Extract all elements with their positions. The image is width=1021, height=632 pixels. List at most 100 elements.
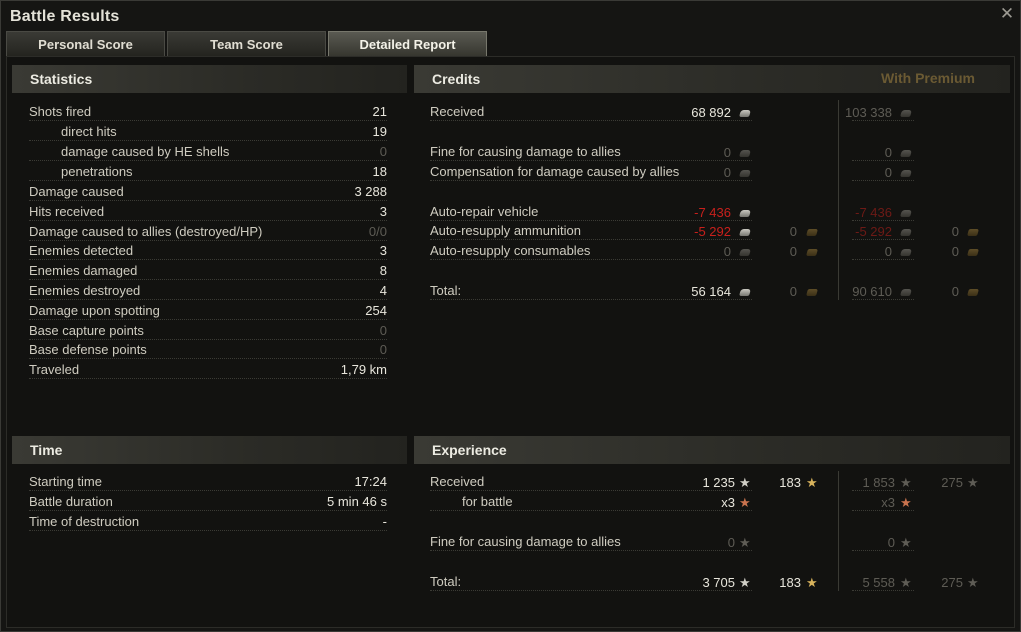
stat-row: Base capture points 0 <box>29 322 387 340</box>
credits-value: 0 <box>723 244 731 259</box>
stat-label: Traveled <box>29 362 80 377</box>
experience-header: Experience <box>414 436 1010 464</box>
stat-label: Damage caused to allies (destroyed/HP) <box>29 224 263 239</box>
stat-row: Enemies detected 3 <box>29 242 387 260</box>
tab-detailed-report[interactable]: Detailed Report <box>328 31 487 56</box>
premium-star-icon: ★ <box>900 495 912 510</box>
credits-value: -7 436 <box>694 205 731 220</box>
premium-star-icon: ★ <box>900 535 912 550</box>
credits-value: -5 292 <box>694 224 731 239</box>
stat-row: Hits received 3 <box>29 203 387 221</box>
credits-label: Fine for causing damage to allies <box>430 144 621 159</box>
stat-label: damage caused by HE shells <box>61 144 230 159</box>
stat-value: 3 <box>379 204 387 219</box>
premium-credits-value: 0 <box>884 244 892 259</box>
stat-label: Damage upon spotting <box>29 303 160 318</box>
time-row: Time of destruction - <box>29 513 387 531</box>
stat-value: 254 <box>365 303 387 318</box>
stat-row: Base defense points 0 <box>29 341 387 359</box>
stat-label: Enemies detected <box>29 243 134 258</box>
premium-gold-value: 0 <box>951 284 959 299</box>
stat-label: Base defense points <box>29 342 147 357</box>
time-row: Battle duration 5 min 46 s <box>29 493 387 511</box>
premium-experience-value: x3 <box>881 495 895 510</box>
free-experience-value: 183 <box>779 575 801 590</box>
tab-team-score[interactable]: Team Score <box>167 31 326 56</box>
credits-label: Auto-repair vehicle <box>430 204 539 219</box>
stat-row: Damage upon spotting 254 <box>29 302 387 320</box>
premium-credits-value: 0 <box>884 165 892 180</box>
premium-star-icon: ★ <box>900 575 912 590</box>
premium-column-divider <box>838 100 839 300</box>
credits-value: 0 <box>723 165 731 180</box>
gold-value: 0 <box>789 284 797 299</box>
stat-row: Enemies damaged 8 <box>29 262 387 280</box>
time-value: 17:24 <box>354 474 387 489</box>
stat-row: Enemies destroyed 4 <box>29 282 387 300</box>
time-header: Time <box>12 436 407 464</box>
star-icon: ★ <box>739 475 751 490</box>
stat-value: 21 <box>372 104 387 119</box>
stat-value: 3 <box>379 243 387 258</box>
with-premium-label: With Premium <box>881 70 975 86</box>
stat-row: penetrations 18 <box>29 163 387 181</box>
premium-gold-value: 0 <box>951 224 959 239</box>
gold-value: 0 <box>789 244 797 259</box>
gold-value: 0 <box>789 224 797 239</box>
free-experience-value: 183 <box>779 475 801 490</box>
experience-label: Total: <box>430 574 462 589</box>
stat-row: Damage caused 3 288 <box>29 183 387 201</box>
time-label: Starting time <box>29 474 102 489</box>
time-row: Starting time 17:24 <box>29 473 387 491</box>
premium-experience-value: 1 853 <box>862 475 895 490</box>
credits-value: 68 892 <box>691 105 731 120</box>
experience-label: Received <box>430 474 485 489</box>
premium-free-experience-value: 275 <box>941 575 963 590</box>
tab-personal-score[interactable]: Personal Score <box>6 31 165 56</box>
stat-value: 18 <box>372 164 387 179</box>
stat-value: 0 <box>379 342 387 357</box>
premium-star-icon: ★ <box>900 475 912 490</box>
star-icon: ★ <box>739 535 751 550</box>
premium-credits-value: 103 338 <box>845 105 892 120</box>
close-icon[interactable]: ✕ <box>998 5 1016 23</box>
experience-label: for battle <box>462 494 513 509</box>
star-icon: ★ <box>739 575 751 590</box>
stat-label: direct hits <box>61 124 117 139</box>
credits-value: 0 <box>723 145 731 160</box>
experience-label: Fine for causing damage to allies <box>430 534 621 549</box>
premium-free-experience-value: 275 <box>941 475 963 490</box>
stat-value: 4 <box>379 283 387 298</box>
stat-label: penetrations <box>61 164 133 179</box>
credits-label: Compensation for damage caused by allies <box>430 164 680 179</box>
premium-credits-value: 90 610 <box>852 284 892 299</box>
time-label: Battle duration <box>29 494 113 509</box>
statistics-header: Statistics <box>12 65 407 93</box>
stat-row: direct hits 19 <box>29 123 387 141</box>
experience-value: 3 705 <box>702 575 735 590</box>
stat-label: Enemies destroyed <box>29 283 141 298</box>
stat-row: damage caused by HE shells 0 <box>29 143 387 161</box>
experience-value: 1 235 <box>702 475 735 490</box>
premium-credits-value: -5 292 <box>855 224 892 239</box>
star-icon: ★ <box>739 495 751 510</box>
time-label: Time of destruction <box>29 514 140 529</box>
premium-free-experience-icon: ★ <box>967 575 979 590</box>
credits-label: Received <box>430 104 485 119</box>
stat-value: 0 <box>379 144 387 159</box>
time-value: 5 min 46 s <box>327 494 387 509</box>
stat-label: Base capture points <box>29 323 144 338</box>
title-bar[interactable]: Battle Results ✕ <box>1 1 1021 30</box>
window-title: Battle Results <box>10 8 120 25</box>
stat-value: 1,79 km <box>340 362 387 377</box>
stat-label: Hits received <box>29 204 105 219</box>
stat-value: 0 <box>379 323 387 338</box>
experience-value: x3 <box>721 495 735 510</box>
stat-label: Shots fired <box>29 104 92 119</box>
credits-label: Auto-resupply consumables <box>430 243 591 258</box>
credits-label: Total: <box>430 283 462 298</box>
stat-row: Traveled 1,79 km <box>29 361 387 379</box>
premium-experience-value: 5 558 <box>862 575 895 590</box>
premium-experience-value: 0 <box>887 535 895 550</box>
stat-label: Damage caused <box>29 184 124 199</box>
